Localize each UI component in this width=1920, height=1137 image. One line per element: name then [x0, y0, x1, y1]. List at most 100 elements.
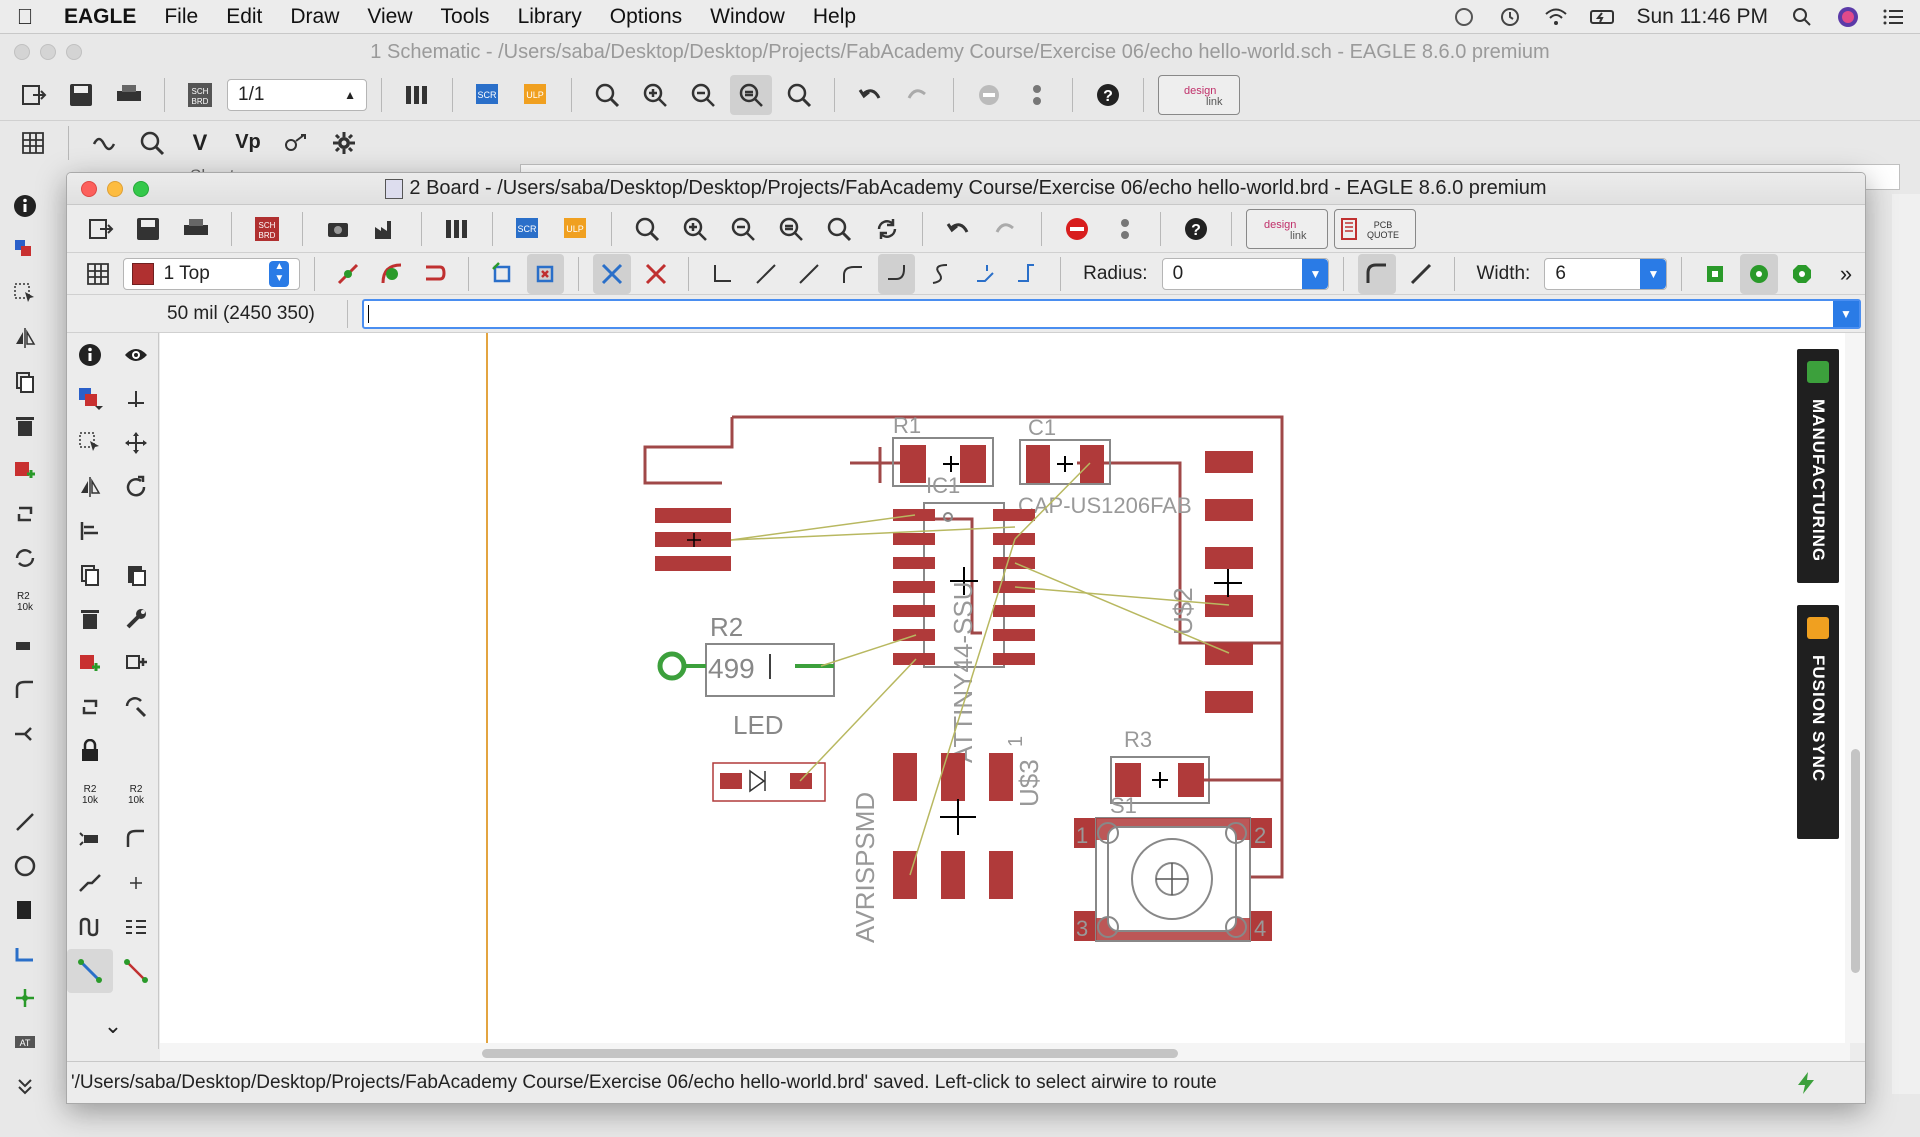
value-r2-icon[interactable]: R2 10k	[0, 580, 50, 624]
paste-icon[interactable]	[113, 553, 159, 597]
route-icon[interactable]	[67, 949, 113, 993]
menu-edit[interactable]: Edit	[212, 5, 276, 29]
schematic-vscroll[interactable]	[1892, 194, 1920, 1094]
show-eye-icon[interactable]	[113, 333, 159, 377]
go-icon[interactable]	[1016, 75, 1058, 115]
go-icon[interactable]	[1104, 209, 1146, 249]
bend-x-red-icon[interactable]	[637, 254, 675, 294]
close-button[interactable]	[81, 181, 97, 197]
ripup-icon[interactable]	[483, 254, 521, 294]
notification-center-icon[interactable]	[1882, 5, 1906, 29]
round-corner-icon[interactable]	[1358, 253, 1396, 294]
undo-icon[interactable]	[937, 209, 979, 249]
open-icon[interactable]	[79, 209, 121, 249]
attribute-list-icon[interactable]	[113, 905, 159, 949]
show-icon[interactable]	[131, 123, 173, 163]
board-canvas[interactable]: R1 C1 CAP-US1206FAB IC1 ATTINY44-SSU R2 …	[160, 333, 1850, 1043]
width-select[interactable]: 6 ▼	[1544, 257, 1668, 290]
expand-toolbar-icon[interactable]	[0, 1064, 50, 1108]
mark-icon[interactable]	[113, 377, 159, 421]
grid-icon[interactable]	[12, 123, 54, 163]
route-mode-2-icon[interactable]	[373, 254, 411, 294]
vertical-scroll-thumb[interactable]	[1851, 749, 1860, 973]
undo-icon[interactable]	[849, 75, 891, 115]
replace-icon[interactable]	[67, 685, 113, 729]
via-round-icon[interactable]	[1739, 253, 1778, 294]
close-button[interactable]	[14, 44, 30, 60]
meander-icon[interactable]	[67, 905, 113, 949]
circle-icon[interactable]	[0, 844, 50, 888]
sch-brd-switch-icon[interactable]: SCH BRD	[246, 209, 288, 249]
change-icon[interactable]	[113, 685, 159, 729]
swap-icon[interactable]	[0, 536, 50, 580]
miter-icon[interactable]	[0, 668, 50, 712]
split-icon[interactable]	[0, 712, 50, 756]
layers-icon[interactable]	[0, 228, 50, 272]
net-icon[interactable]	[83, 123, 125, 163]
sheet-select[interactable]: 1/1 ▲	[227, 79, 367, 111]
cam-processor-icon[interactable]	[365, 209, 407, 249]
wifi-icon[interactable]	[1544, 5, 1568, 29]
line-icon[interactable]	[0, 800, 50, 844]
wire-bend-0-icon[interactable]	[703, 254, 741, 294]
menu-app[interactable]: EAGLE	[50, 5, 150, 29]
stop-icon[interactable]	[968, 75, 1010, 115]
zoom-select-icon[interactable]	[770, 209, 812, 249]
zoom-button[interactable]	[133, 181, 149, 197]
chevron-down-icon[interactable]: ▼	[1833, 300, 1859, 327]
select-icon[interactable]	[0, 272, 50, 316]
route-mode-1-icon[interactable]	[329, 254, 367, 294]
scr-icon[interactable]: SCR	[467, 75, 509, 115]
value-r2-icon[interactable]: R2 10k	[113, 773, 159, 817]
ulp-icon[interactable]: ULP	[555, 209, 597, 249]
zoom-in-icon[interactable]	[634, 75, 676, 115]
help-icon[interactable]: ?	[1087, 75, 1129, 115]
align-icon[interactable]	[67, 509, 113, 553]
settings-gear-icon[interactable]	[323, 123, 365, 163]
delete-icon[interactable]	[0, 404, 50, 448]
zoom-out-icon[interactable]	[682, 75, 724, 115]
zoom-previous-icon[interactable]	[778, 75, 820, 115]
zoom-out-icon[interactable]	[722, 209, 764, 249]
print-icon[interactable]	[175, 209, 217, 249]
redo-icon[interactable]	[985, 209, 1027, 249]
3d-view-icon[interactable]	[317, 209, 359, 249]
c1-footprint[interactable]	[1019, 439, 1111, 485]
s1-footprint[interactable]	[1074, 817, 1272, 942]
miter-corner-icon[interactable]	[1402, 254, 1440, 294]
name-r2-icon[interactable]: R2 10k	[67, 773, 113, 817]
manufacturing-tab[interactable]: MANUFACTURING	[1797, 349, 1839, 583]
attribute-icon[interactable]	[275, 123, 317, 163]
wire-bend-7-icon[interactable]	[1009, 254, 1047, 294]
zoom-select-icon[interactable]	[730, 75, 772, 115]
radius-select[interactable]: 0 ▼	[1161, 257, 1330, 290]
route-mode-3-icon[interactable]	[416, 254, 454, 294]
stop-icon[interactable]	[1056, 209, 1098, 249]
menu-options[interactable]: Options	[596, 5, 696, 29]
time-machine-icon[interactable]	[1498, 5, 1522, 29]
delete-icon[interactable]	[67, 597, 113, 641]
move-icon[interactable]	[113, 421, 159, 465]
lightning-icon[interactable]	[1795, 1070, 1817, 1102]
smash-icon[interactable]	[67, 817, 113, 861]
copy-icon[interactable]	[67, 553, 113, 597]
zoom-fit-icon[interactable]	[586, 75, 628, 115]
mirror-icon[interactable]	[0, 316, 50, 360]
menu-window[interactable]: Window	[696, 5, 799, 29]
split-icon[interactable]	[67, 861, 113, 905]
add-icon[interactable]	[0, 448, 50, 492]
via-square-icon[interactable]	[1696, 254, 1734, 294]
command-line-input[interactable]: ▼	[362, 298, 1861, 329]
open-icon[interactable]	[12, 75, 54, 115]
select-icon[interactable]	[67, 421, 113, 465]
save-icon[interactable]	[60, 75, 102, 115]
add-pin-icon[interactable]	[113, 641, 159, 685]
menu-help[interactable]: Help	[799, 5, 870, 29]
expand-toolbar-icon[interactable]: ⌄	[67, 1013, 159, 1039]
apple-icon[interactable]: 	[0, 4, 50, 30]
battery-icon[interactable]	[1590, 5, 1615, 29]
pcb-layout[interactable]: R1 C1 CAP-US1206FAB IC1 ATTINY44-SSU R2 …	[160, 333, 1850, 1043]
designlink-button[interactable]: design link	[1246, 208, 1328, 249]
creative-cloud-icon[interactable]	[1452, 5, 1476, 29]
optimize-icon[interactable]	[113, 861, 159, 905]
